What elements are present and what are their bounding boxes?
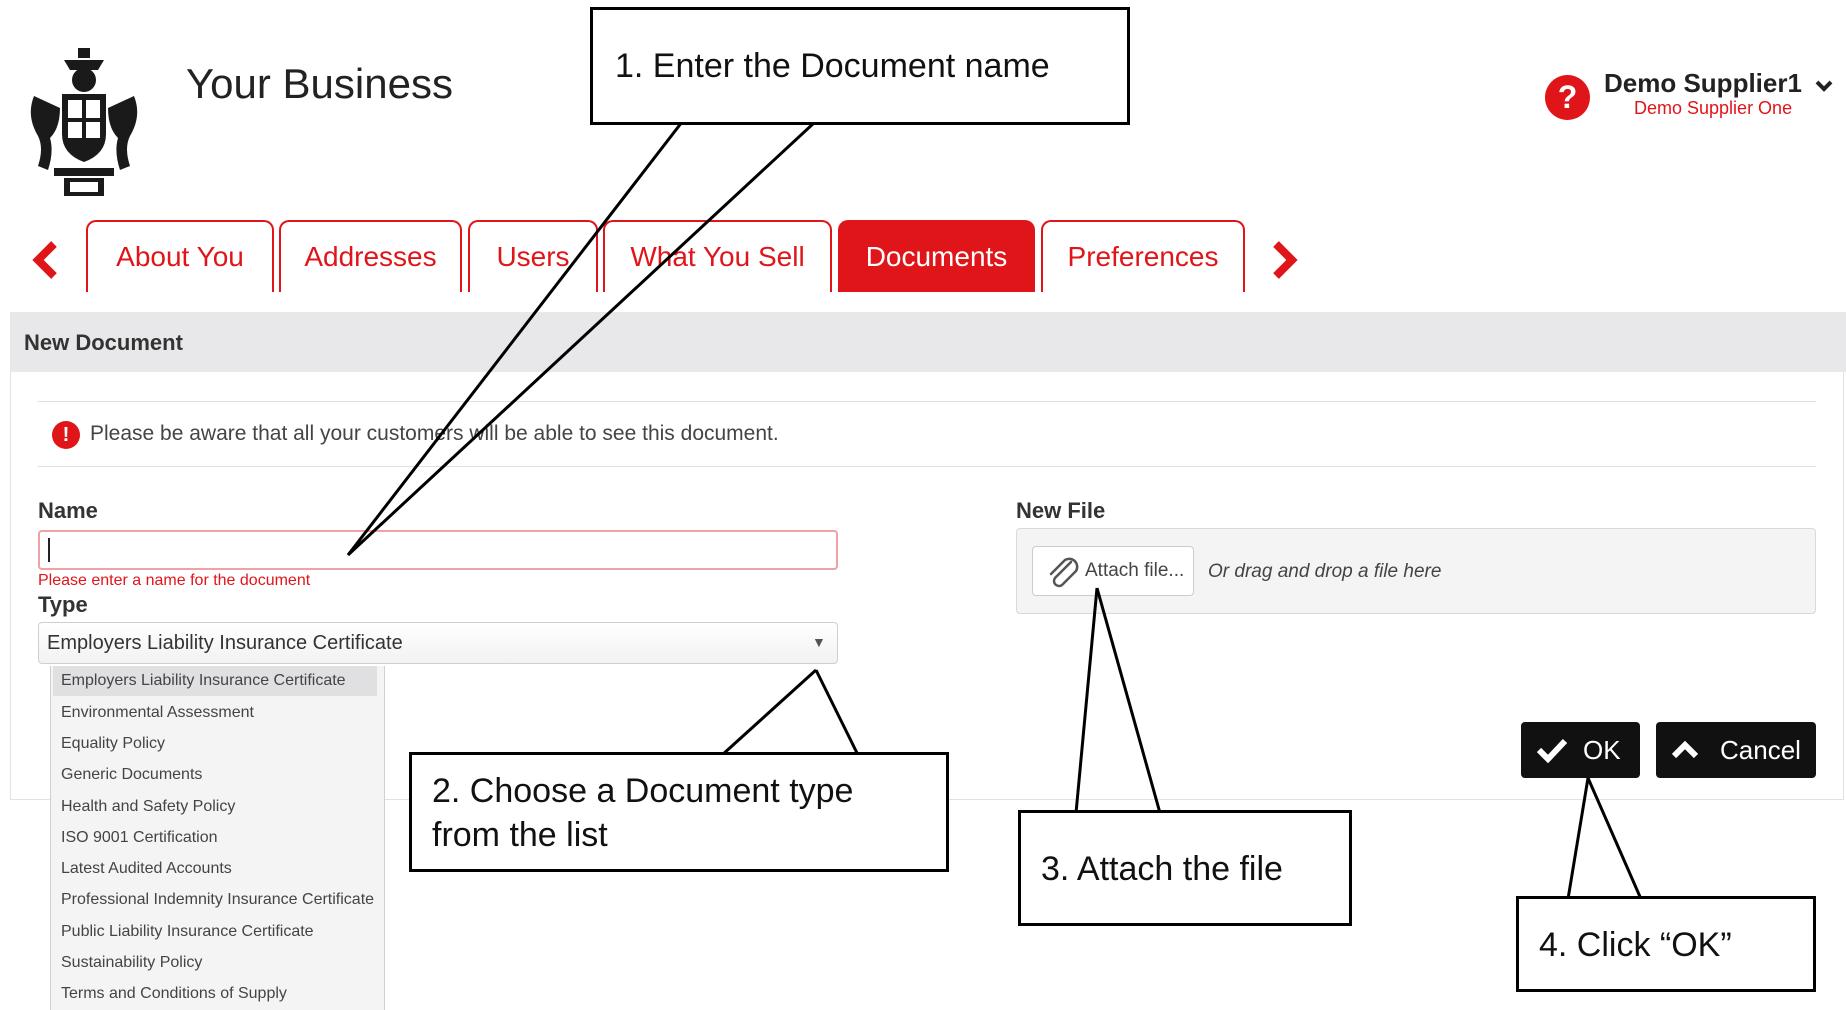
tab-what-you-sell[interactable]: What You Sell: [603, 220, 832, 292]
visibility-warning: Please be aware that all your customers …: [90, 422, 779, 445]
callout-text: 2. Choose a Document type: [432, 772, 854, 810]
tab-label: What You Sell: [630, 241, 805, 272]
dropdown-option[interactable]: Employers Liability Insurance Certificat…: [53, 666, 377, 696]
name-input[interactable]: [38, 530, 838, 570]
callout-step-1: 1. Enter the Document name: [590, 7, 1130, 125]
new-file-label: New File: [1016, 498, 1106, 523]
cancel-button[interactable]: Cancel: [1656, 722, 1816, 778]
dropdown-option[interactable]: Generic Documents: [61, 766, 202, 784]
callout-text: 4. Click “OK”: [1539, 926, 1732, 964]
tab-scroll-left-icon[interactable]: [30, 240, 60, 280]
tab-label: Documents: [865, 241, 1008, 272]
callout-text: 1. Enter the Document name: [615, 47, 1050, 85]
tab-label: Preferences: [1067, 241, 1219, 272]
tab-about-you[interactable]: About You: [86, 220, 274, 292]
name-error-message: Please enter a name for the document: [38, 572, 311, 589]
dropdown-option[interactable]: Equality Policy: [61, 735, 165, 753]
name-label: Name: [38, 498, 98, 523]
chevron-down-icon[interactable]: [1812, 74, 1836, 98]
tab-preferences[interactable]: Preferences: [1041, 220, 1245, 292]
callout-text: from the list: [432, 816, 608, 854]
tab-label: Users: [496, 241, 570, 272]
app-title: Your Business: [186, 60, 453, 107]
drop-hint: Or drag and drop a file here: [1208, 561, 1442, 582]
attach-file-label: Attach file...: [1085, 560, 1185, 581]
tab-label: Addresses: [304, 241, 437, 272]
ok-button[interactable]: OK: [1521, 722, 1640, 778]
paperclip-icon: [1049, 557, 1079, 588]
tab-addresses[interactable]: Addresses: [279, 220, 462, 292]
callout-step-4: 4. Click “OK”: [1516, 896, 1816, 992]
exclamation-circle-icon: !: [52, 421, 80, 449]
type-dropdown-list: Employers Liability Insurance Certificat…: [50, 666, 385, 1010]
section-title: New Document: [24, 330, 183, 355]
section-header: [10, 312, 1846, 372]
help-icon[interactable]: ?: [1545, 75, 1590, 120]
dropdown-option[interactable]: Latest Audited Accounts: [61, 860, 232, 878]
user-company: Demo Supplier One: [1634, 98, 1793, 118]
attach-file-button[interactable]: Attach file...: [1032, 546, 1194, 596]
chevron-up-icon: [1671, 740, 1699, 759]
callout-text: 3. Attach the file: [1041, 850, 1283, 888]
callout-step-3: 3. Attach the file: [1018, 810, 1352, 926]
dropdown-option[interactable]: ISO 9001 Certification: [61, 829, 218, 847]
tab-scroll-right-icon[interactable]: [1270, 240, 1300, 280]
type-selected-value: Employers Liability Insurance Certificat…: [47, 631, 403, 654]
dropdown-option[interactable]: Professional Indemnity Insurance Certifi…: [61, 891, 374, 909]
caret-down-icon[interactable]: ▼: [812, 634, 826, 650]
coat-of-arms-logo: [24, 46, 144, 198]
tab-label: About You: [116, 241, 244, 272]
callout-step-2: 2. Choose a Document type from the list: [409, 752, 949, 872]
type-label: Type: [38, 592, 88, 617]
tab-documents[interactable]: Documents: [838, 220, 1035, 292]
type-select[interactable]: Employers Liability Insurance Certificat…: [38, 622, 838, 664]
divider: [38, 466, 1816, 467]
dropdown-option[interactable]: Environmental Assessment: [61, 704, 254, 722]
divider: [38, 401, 1816, 402]
ok-label: OK: [1583, 734, 1621, 765]
dropdown-option[interactable]: Sustainability Policy: [61, 954, 202, 972]
dropdown-option[interactable]: Public Liability Insurance Certificate: [61, 923, 314, 941]
text-cursor: [48, 538, 50, 562]
user-name[interactable]: Demo Supplier1: [1604, 68, 1802, 99]
dropdown-option[interactable]: Terms and Conditions of Supply: [61, 985, 287, 1003]
cancel-label: Cancel: [1720, 734, 1801, 765]
dropdown-option[interactable]: Health and Safety Policy: [61, 798, 235, 816]
tab-users[interactable]: Users: [468, 220, 598, 292]
checkmark-icon: [1536, 738, 1568, 764]
